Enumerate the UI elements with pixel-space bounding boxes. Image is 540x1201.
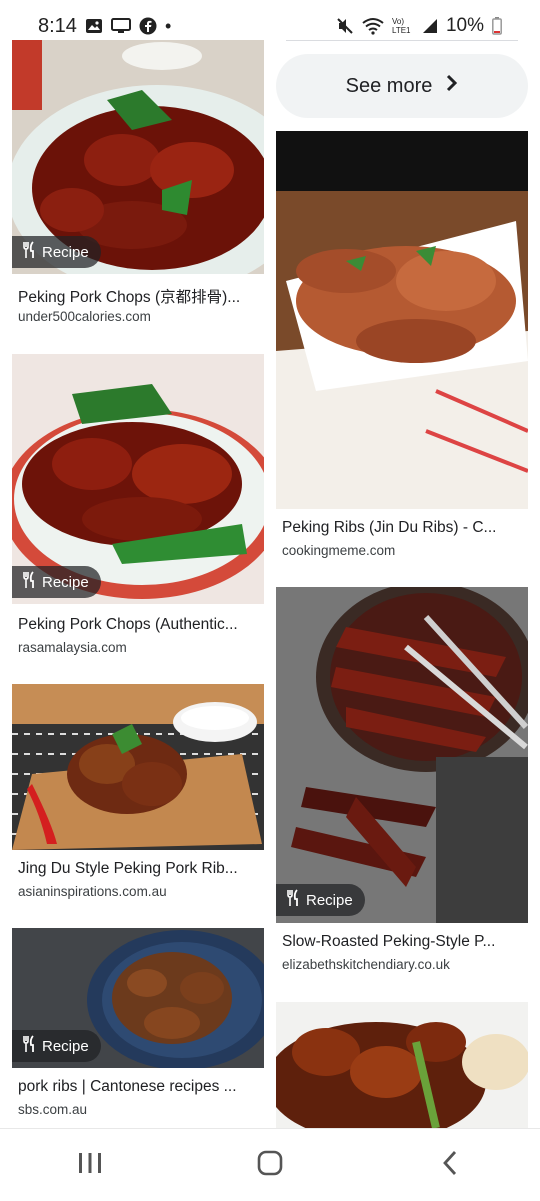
network-label: Vo) LTE1 <box>391 17 411 35</box>
home-button[interactable] <box>240 1140 300 1190</box>
home-icon <box>256 1149 284 1182</box>
result-title[interactable]: pork ribs | Cantonese recipes ... <box>18 1078 260 1096</box>
result-card[interactable]: Recipe pork ribs | Cantonese recipes ...… <box>12 928 264 1128</box>
recipe-badge: Recipe <box>12 566 101 598</box>
result-title[interactable]: Peking Pork Chops (Authentic... <box>18 616 260 634</box>
recipe-badge: Recipe <box>12 1030 101 1062</box>
back-button[interactable] <box>420 1140 480 1190</box>
back-icon <box>441 1149 459 1182</box>
result-card[interactable] <box>276 1002 528 1128</box>
result-card[interactable]: Recipe Peking Pork Chops (Authentic... r… <box>12 354 264 664</box>
result-source: cookingmeme.com <box>282 543 396 558</box>
recipe-badge: Recipe <box>276 884 365 916</box>
recipe-label: Recipe <box>42 1037 89 1055</box>
result-title[interactable]: Slow-Roasted Peking-Style P... <box>282 933 524 951</box>
see-more-button[interactable]: See more <box>276 54 528 118</box>
image-icon <box>85 18 103 34</box>
result-title[interactable]: Jing Du Style Peking Pork Rib... <box>18 860 260 878</box>
result-source: elizabethskitchendiary.co.uk <box>282 957 450 972</box>
result-card[interactable]: Peking Ribs (Jin Du Ribs) - C... cooking… <box>276 131 528 571</box>
result-image[interactable] <box>276 131 528 509</box>
divider <box>286 40 518 41</box>
recipe-label: Recipe <box>42 243 89 261</box>
result-card[interactable]: Recipe Slow-Roasted Peking-Style P... el… <box>276 587 528 979</box>
recipe-badge: Recipe <box>12 236 101 268</box>
utensils-icon <box>22 241 36 263</box>
signal-icon <box>422 18 438 34</box>
screen-icon <box>110 18 131 34</box>
recent-apps-button[interactable] <box>60 1140 120 1190</box>
result-card[interactable]: Jing Du Style Peking Pork Rib... asianin… <box>12 684 264 904</box>
battery-text: 10% <box>445 15 484 36</box>
utensils-icon <box>286 889 300 911</box>
recent-apps-icon <box>77 1151 103 1180</box>
mute-icon <box>336 17 354 35</box>
utensils-icon <box>22 571 36 593</box>
wifi-icon <box>362 17 384 35</box>
status-right: Vo) LTE1 10% <box>336 15 502 37</box>
facebook-icon <box>139 17 157 35</box>
result-image[interactable] <box>12 684 264 850</box>
result-source: sbs.com.au <box>18 1102 88 1117</box>
result-card[interactable]: Recipe Peking Pork Chops (京都排骨)... under… <box>12 40 264 340</box>
result-title[interactable]: Peking Ribs (Jin Du Ribs) - C... <box>282 519 524 537</box>
recipe-label: Recipe <box>306 891 353 909</box>
utensils-icon <box>22 1035 36 1057</box>
result-source: rasamalaysia.com <box>18 640 127 655</box>
result-title[interactable]: Peking Pork Chops (京都排骨)... <box>18 285 260 307</box>
dot-icon: • <box>164 15 172 36</box>
result-source: asianinspirations.com.au <box>18 884 167 899</box>
result-image[interactable] <box>276 1002 528 1128</box>
battery-icon <box>492 17 502 35</box>
chevron-right-icon <box>446 74 458 98</box>
status-time: 8:14 <box>38 14 77 37</box>
status-left: 8:14 • <box>38 15 171 38</box>
result-source: under500calories.com <box>18 309 151 324</box>
navigation-bar <box>0 1128 540 1201</box>
recipe-label: Recipe <box>42 573 89 591</box>
result-image[interactable] <box>276 587 528 923</box>
see-more-label: See more <box>345 74 433 97</box>
